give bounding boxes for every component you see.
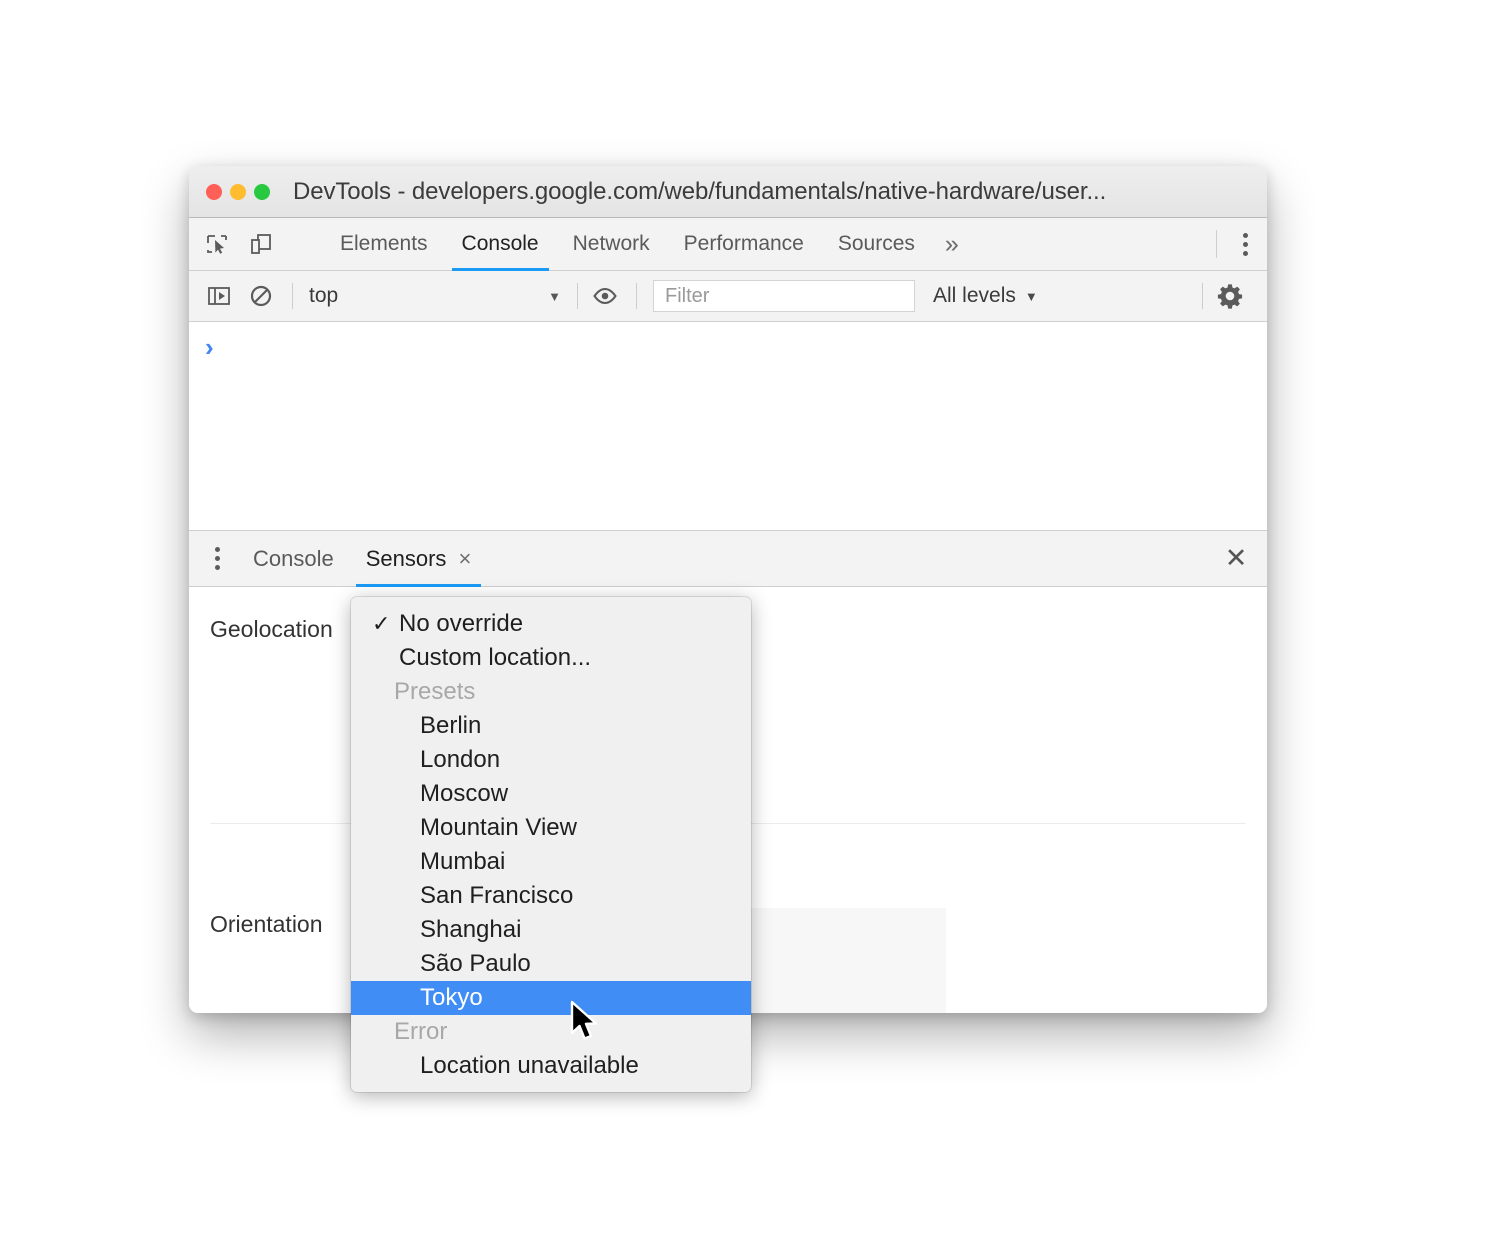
log-levels-label: All levels xyxy=(933,284,1016,307)
menu-group-presets: Presets xyxy=(394,678,476,705)
console-prompt-chevron-icon: › xyxy=(205,332,214,362)
drawer-kebab-icon[interactable] xyxy=(197,531,237,586)
devtools-panel-tabs: Elements Console Network Performance Sou… xyxy=(323,218,972,271)
menu-item-no-override[interactable]: ✓ No override xyxy=(351,607,751,641)
tab-elements[interactable]: Elements xyxy=(323,218,445,270)
drawer-tab-console[interactable]: Console xyxy=(237,531,350,586)
device-toolbar-icon[interactable] xyxy=(246,229,276,259)
console-toolbar-divider-1 xyxy=(292,283,293,309)
more-tabs-chevron-icon[interactable]: » xyxy=(932,218,972,270)
close-drawer-icon[interactable]: ✕ xyxy=(1205,531,1267,586)
check-icon: ✓ xyxy=(372,611,391,636)
minimize-window-button[interactable] xyxy=(230,183,246,200)
clear-console-icon[interactable] xyxy=(244,279,278,313)
menu-item-tokyo[interactable]: Tokyo xyxy=(351,981,751,1015)
tabbar-right-group xyxy=(1216,218,1267,270)
drawer-tabbar: Console Sensors × ✕ xyxy=(189,531,1267,587)
filter-input[interactable]: Filter xyxy=(653,280,915,312)
menu-item-san-francisco[interactable]: San Francisco xyxy=(351,879,751,913)
console-sidebar-icon[interactable] xyxy=(202,279,236,313)
console-toolbar: top ▼ Filter All levels ▼ xyxy=(189,271,1267,322)
close-window-button[interactable] xyxy=(206,183,222,200)
tabbar-icon-group xyxy=(189,218,305,270)
console-toolbar-divider-3 xyxy=(636,283,637,309)
menu-item-london[interactable]: London xyxy=(351,743,751,777)
tabbar-right-divider xyxy=(1216,230,1217,258)
menu-item-mountain-view[interactable]: Mountain View xyxy=(351,811,751,845)
maximize-window-button[interactable] xyxy=(254,183,270,200)
chevron-down-icon: ▼ xyxy=(548,288,561,304)
kebab-menu-icon[interactable] xyxy=(1223,218,1267,270)
menu-item-shanghai[interactable]: Shanghai xyxy=(351,913,751,947)
console-output-area[interactable]: › xyxy=(189,322,1267,531)
menu-item-location-unavailable[interactable]: Location unavailable xyxy=(351,1049,751,1083)
window-titlebar: DevTools - developers.google.com/web/fun… xyxy=(189,166,1267,218)
menu-item-sao-paulo[interactable]: São Paulo xyxy=(351,947,751,981)
menu-item-berlin[interactable]: Berlin xyxy=(351,709,751,743)
drawer-tab-sensors-label: Sensors xyxy=(365,545,447,571)
live-expression-eye-icon[interactable] xyxy=(588,279,622,313)
console-toolbar-right xyxy=(1196,279,1267,313)
tab-sources[interactable]: Sources xyxy=(821,218,932,270)
tab-network[interactable]: Network xyxy=(556,218,667,270)
gear-icon[interactable] xyxy=(1213,279,1247,313)
window-title: DevTools - developers.google.com/web/fun… xyxy=(293,177,1107,205)
close-sensors-tab-icon[interactable]: × xyxy=(458,546,471,572)
window-controls xyxy=(206,183,270,200)
chevron-down-icon: ▼ xyxy=(1024,288,1038,304)
console-toolbar-divider-4 xyxy=(1202,283,1203,309)
menu-item-mumbai[interactable]: Mumbai xyxy=(351,845,751,879)
menu-item-moscow[interactable]: Moscow xyxy=(351,777,751,811)
log-levels-select[interactable]: All levels ▼ xyxy=(933,284,1038,308)
menu-item-label: No override xyxy=(399,610,524,637)
mouse-cursor-icon xyxy=(570,1000,604,1051)
devtools-main-tabbar: Elements Console Network Performance Sou… xyxy=(189,218,1267,271)
tab-console[interactable]: Console xyxy=(445,218,556,271)
menu-item-custom-location[interactable]: Custom location... xyxy=(351,641,751,675)
drawer-tab-sensors[interactable]: Sensors × xyxy=(350,531,488,587)
filter-placeholder: Filter xyxy=(665,284,710,307)
console-toolbar-divider-2 xyxy=(577,283,578,309)
execution-context-value: top xyxy=(309,284,339,307)
menu-item-label: Custom location... xyxy=(399,644,592,671)
geolocation-dropdown-menu[interactable]: ✓ No override Custom location... Presets… xyxy=(351,597,751,1092)
drawer-tab-console-label: Console xyxy=(253,545,334,571)
inspect-element-icon[interactable] xyxy=(202,229,232,259)
execution-context-select[interactable]: top ▼ xyxy=(303,284,571,308)
tab-performance[interactable]: Performance xyxy=(667,218,821,270)
menu-group-error: Error xyxy=(394,1018,448,1045)
